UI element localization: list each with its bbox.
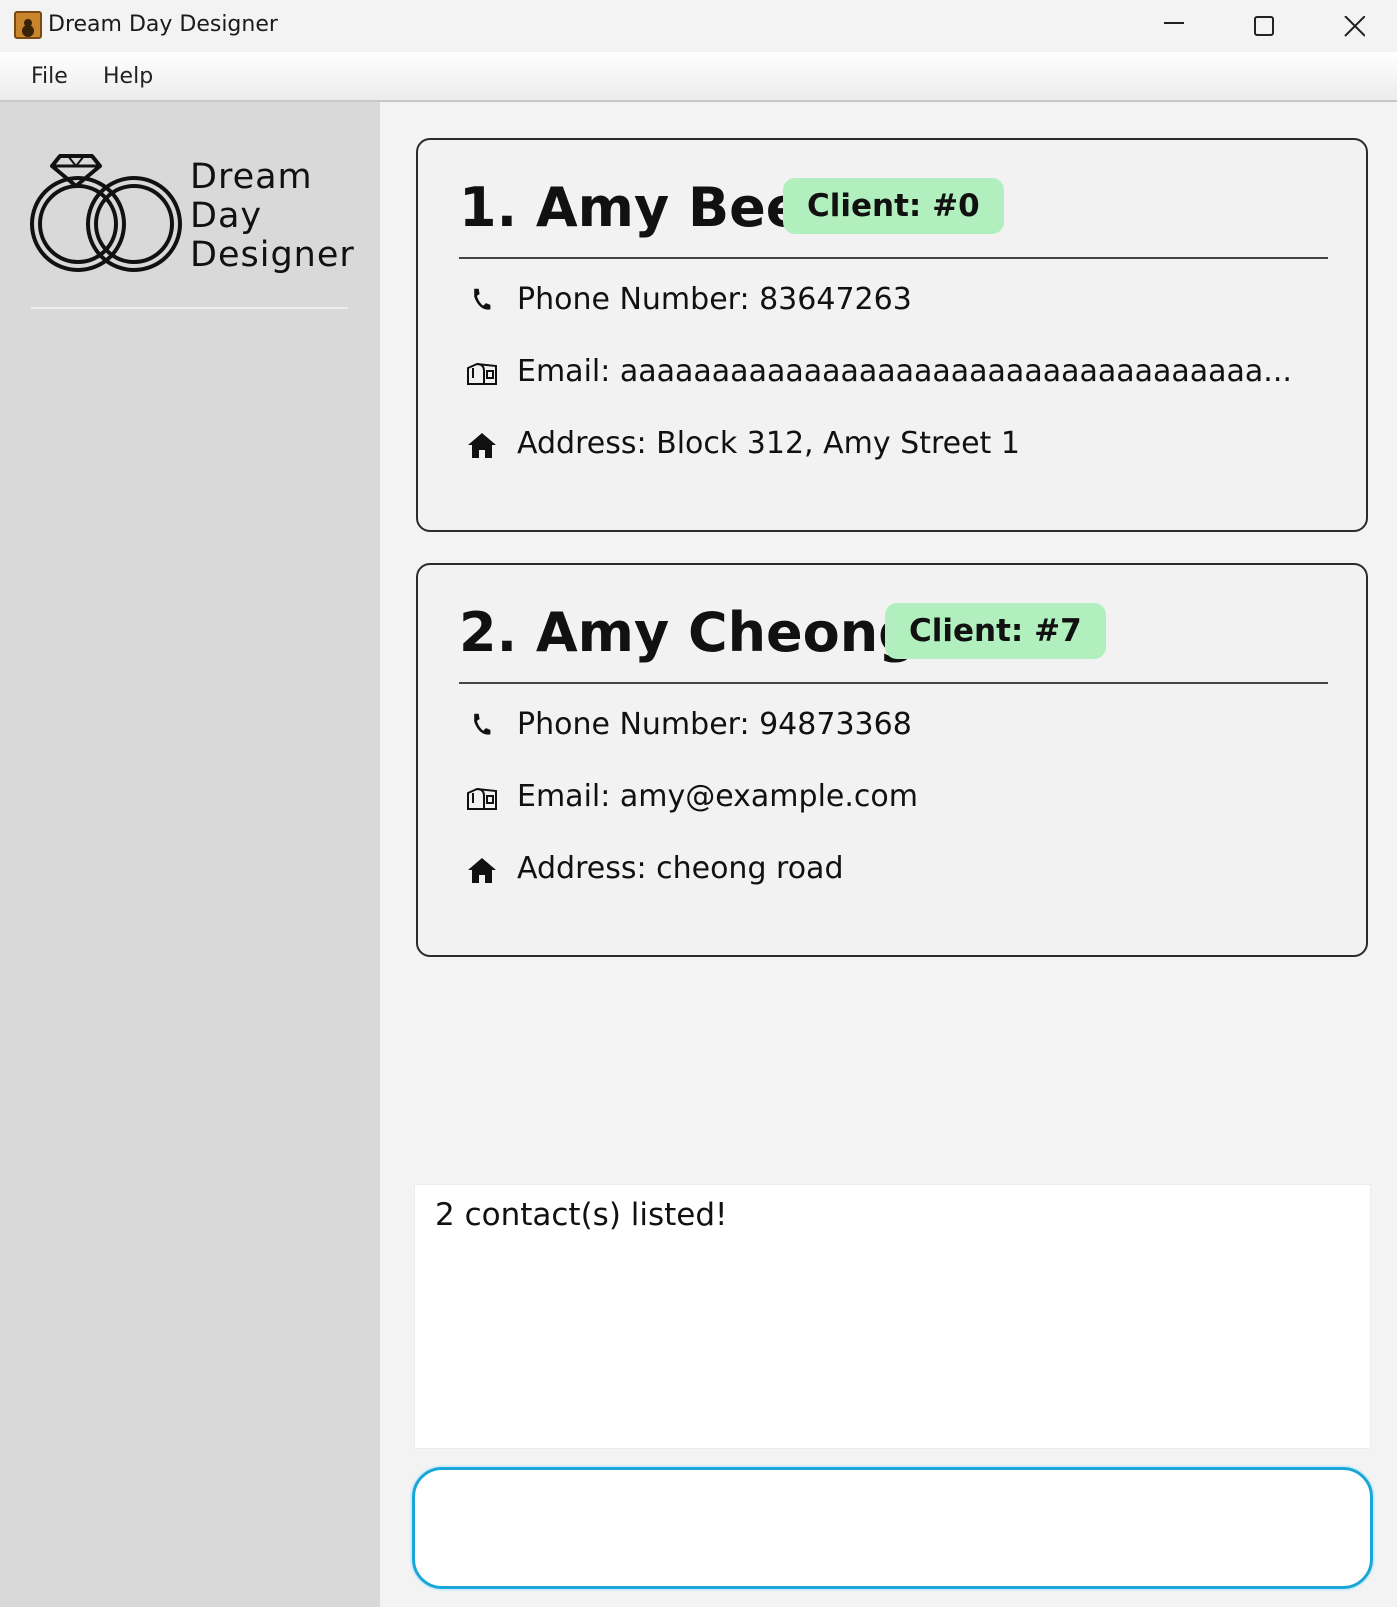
logo-line-3: Designer — [190, 235, 355, 275]
maximize-icon — [1254, 16, 1274, 36]
email-address: Email: amy@example.com — [517, 779, 918, 814]
title-bar: Dream Day Designer — [0, 0, 1397, 52]
contact-name: 1. Amy Bee — [459, 176, 803, 239]
address: Address: cheong road — [517, 851, 844, 886]
command-input[interactable] — [439, 1500, 1339, 1556]
minimize-icon — [1164, 22, 1184, 24]
logo-line-2: Day — [190, 196, 263, 236]
email-field: Email: amy@example.com — [465, 777, 1325, 817]
menu-help[interactable]: Help — [103, 64, 153, 89]
window-title: Dream Day Designer — [48, 12, 278, 37]
logo-line-1: Dream — [190, 157, 313, 197]
mailbox-icon — [467, 787, 497, 810]
app-icon — [14, 11, 42, 39]
close-icon — [1344, 16, 1365, 37]
contact-name: 2. Amy Cheong — [459, 601, 917, 664]
menu-file[interactable]: File — [31, 64, 68, 89]
menu-bar: File Help — [0, 52, 1397, 102]
address-field: Address: cheong road — [465, 849, 1325, 889]
maximize-button[interactable] — [1218, 0, 1308, 52]
client-badge: Client: #0 — [783, 178, 1004, 234]
phone-field: Phone Number: 83647263 — [465, 280, 1325, 320]
phone-icon — [474, 288, 491, 310]
email-field: Email: aaaaaaaaaaaaaaaaaaaaaaaaaaaaaaaaa… — [465, 352, 1325, 392]
mailbox-icon — [467, 362, 497, 385]
home-icon — [468, 858, 496, 883]
close-button[interactable] — [1308, 0, 1397, 52]
card-divider — [459, 682, 1328, 684]
result-message: 2 contact(s) listed! — [435, 1197, 728, 1233]
phone-number: Phone Number: 94873368 — [517, 707, 912, 742]
sidebar: Dream Day Designer — [0, 102, 380, 1607]
contact-card[interactable]: 2. Amy Cheong Client: #7 Phone Number: 9… — [416, 563, 1368, 957]
main-panel: 1. Amy Bee Client: #0 Phone Number: 8364… — [380, 102, 1397, 1607]
minimize-button[interactable] — [1128, 0, 1218, 52]
phone-number: Phone Number: 83647263 — [517, 282, 912, 317]
contact-card[interactable]: 1. Amy Bee Client: #0 Phone Number: 8364… — [416, 138, 1368, 532]
phone-field: Phone Number: 94873368 — [465, 705, 1325, 745]
email-address: Email: aaaaaaaaaaaaaaaaaaaaaaaaaaaaaaaaa… — [517, 354, 1292, 389]
command-box[interactable] — [412, 1467, 1373, 1589]
address: Address: Block 312, Amy Street 1 — [517, 426, 1020, 461]
logo-wordmark: Dream Day Designer — [190, 158, 355, 275]
home-icon — [468, 433, 496, 458]
sidebar-divider — [31, 307, 348, 309]
result-display[interactable]: 2 contact(s) listed! — [414, 1184, 1371, 1449]
wedding-rings-icon — [30, 154, 182, 272]
card-divider — [459, 257, 1328, 259]
app-logo: Dream Day Designer — [30, 146, 354, 286]
client-badge: Client: #7 — [885, 603, 1106, 659]
address-field: Address: Block 312, Amy Street 1 — [465, 424, 1325, 464]
phone-icon — [474, 713, 491, 735]
